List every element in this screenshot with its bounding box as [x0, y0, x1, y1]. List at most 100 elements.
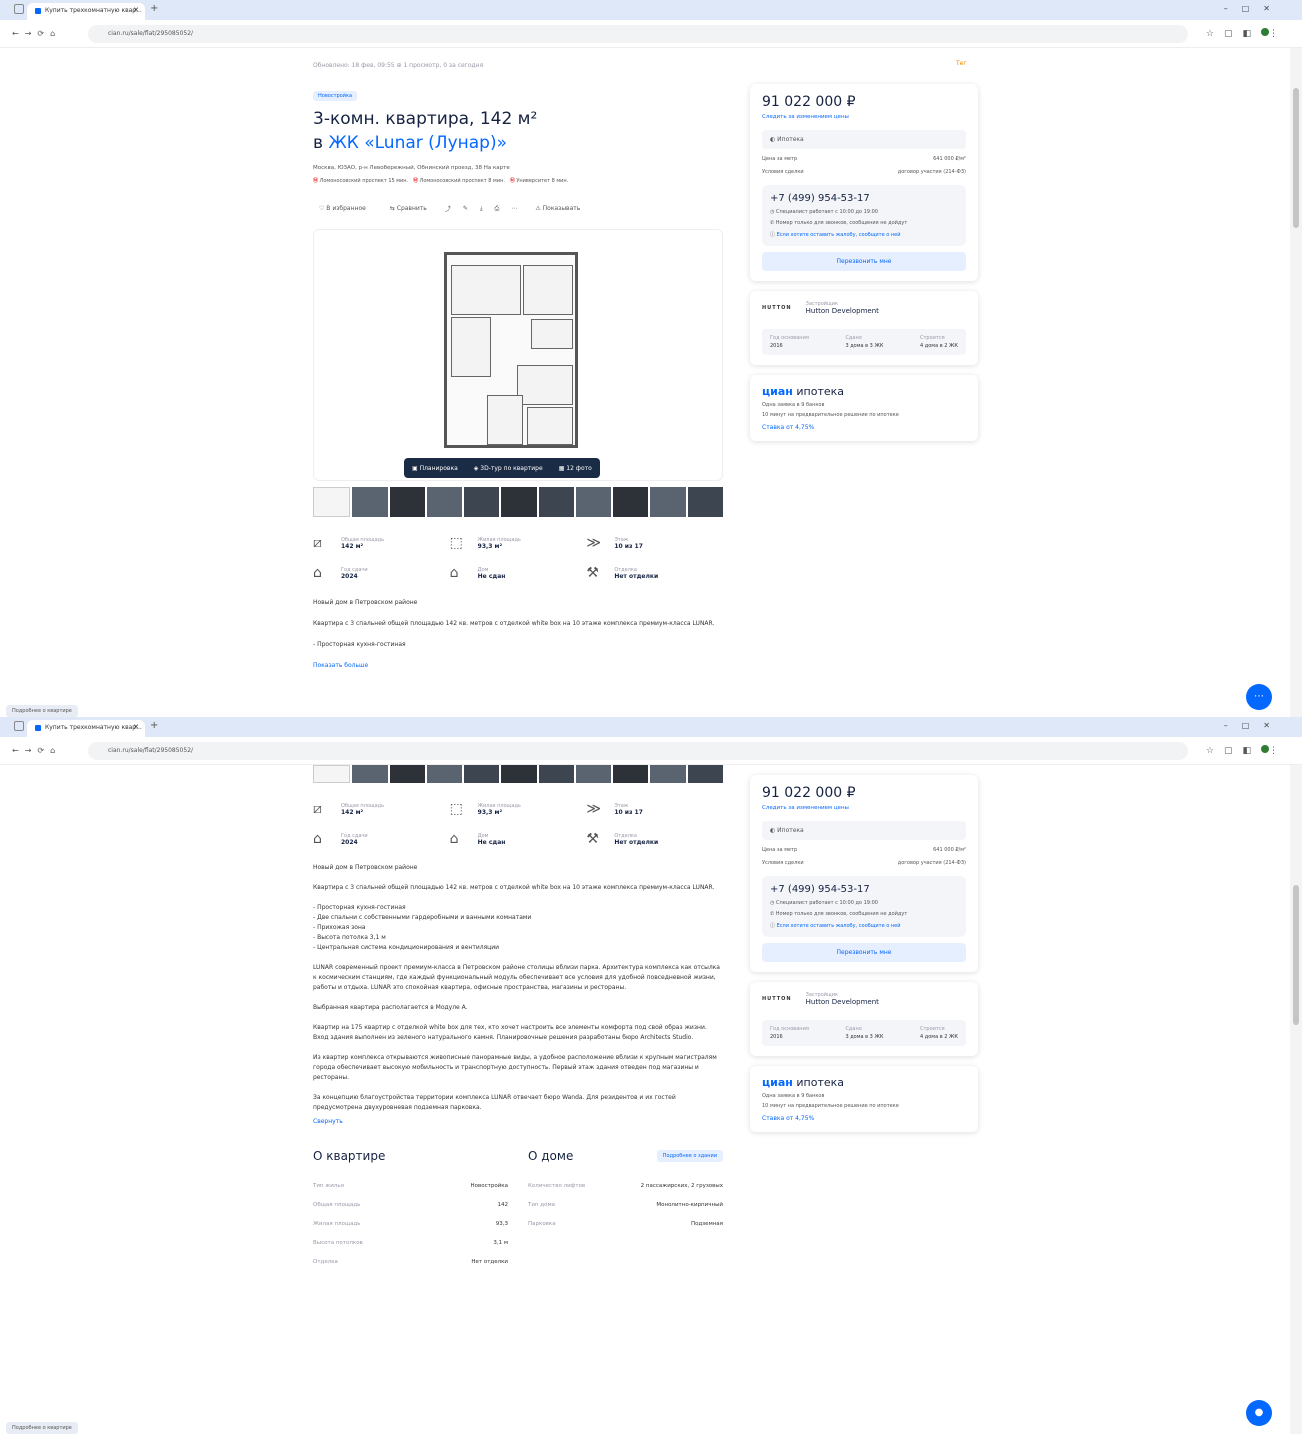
- listing-meta: Обновлено: 18 фев, 09:55 ⊕ 1 просмотр, 0…: [313, 62, 484, 69]
- page-viewport: ⧄ Общая площадь 142 м² ⬚ Жилая площадь 93,3 …: [0, 765, 1302, 1434]
- desc-paragraph: Из квартир комплекса открываются живопис…: [313, 1054, 717, 1081]
- toolbar-icons[interactable]: ☆▢◧ ⋮: [1206, 28, 1288, 39]
- desc-list-item: - Просторная кухня-гостиная: [313, 641, 406, 648]
- complex-link[interactable]: ЖК «Lunar (Лунар)»: [328, 133, 507, 153]
- window-controls[interactable]: –□✕: [1224, 4, 1284, 13]
- thumbnail-strip[interactable]: [313, 765, 723, 783]
- feature-item: ⧄ Общая площадь 142 м²: [313, 535, 385, 551]
- new-tab-icon[interactable]: +: [150, 720, 158, 731]
- floor-icon: ≫: [586, 801, 601, 817]
- mortgage-rate-link[interactable]: Ставка от 4,75%: [762, 424, 966, 431]
- thumbnail-strip[interactable]: [313, 487, 723, 517]
- close-icon[interactable]: ✕: [133, 6, 139, 14]
- price: 91 022 000 ₽: [762, 94, 856, 110]
- metro-icon: Ⓜ: [412, 178, 418, 184]
- share-icon[interactable]: ⤴: [445, 204, 451, 213]
- building-icon: ⌂: [313, 831, 322, 847]
- phone-number[interactable]: +7 (499) 954-53-17: [770, 193, 958, 204]
- chat-button[interactable]: ●: [1246, 1400, 1272, 1426]
- info-row: Жилая площадь 93,3: [313, 1221, 508, 1227]
- phone-info: ✆ Номер только для звонков, сообщения не…: [770, 911, 908, 917]
- phone-box: +7 (499) 954-53-17 ◷ Специалист работает…: [762, 185, 966, 246]
- scrollbar[interactable]: [1290, 48, 1302, 717]
- feature-item: ⌂ Год сдачи 2024: [313, 831, 368, 847]
- metro-name: Ломоносовский проспект: [419, 178, 487, 184]
- developer-stats: Год основания 2016 Сдано 3 дома в 3 ЖК Стр…: [762, 1020, 966, 1046]
- address-bar: ←→⟳⌂ cian.ru/sale/flat/295085052/ ☆▢◧ ⋮: [0, 20, 1302, 48]
- mortgage-rate-link[interactable]: Ставка от 4,75%: [762, 1115, 966, 1122]
- house-icon: ⌂: [449, 565, 459, 581]
- tab-title: Купить трехкомнатную квар...: [45, 724, 142, 731]
- tab-search-icon[interactable]: [14, 4, 24, 14]
- desc-paragraph: Квартир на 175 квартир с отделкой white …: [313, 1024, 707, 1041]
- description: Новый дом в Петровском районе Квартира с…: [313, 597, 723, 671]
- nav-buttons-icon[interactable]: ←→⟳⌂: [12, 29, 61, 38]
- price-watch-link[interactable]: Следить за изменением цены: [762, 805, 966, 811]
- price-card: 91 022 000 ₽ Следить за изменением цены …: [750, 775, 978, 972]
- mortgage-card[interactable]: циан ипотека Одна заявка в 9 банков 10 м…: [750, 375, 978, 441]
- developer-name[interactable]: Hutton Development: [806, 307, 879, 315]
- mortgage-line: Одна заявка в 9 банков: [762, 402, 825, 408]
- building-icon: ⌂: [313, 565, 322, 581]
- feature-item: ⧄ Общая площадь 142 м²: [313, 801, 385, 817]
- url-field[interactable]: cian.ru/sale/flat/295085052/: [88, 742, 1188, 760]
- photos-button[interactable]: ▦ 12 фото: [559, 465, 592, 472]
- mortgage-toggle[interactable]: ◐ Ипотека: [762, 821, 966, 840]
- window-controls[interactable]: –□✕: [1224, 721, 1284, 730]
- favorite-button[interactable]: ♡ В избранное: [313, 202, 372, 215]
- compare-button[interactable]: ⇆ Сравнить: [384, 202, 433, 215]
- close-icon[interactable]: ✕: [133, 723, 139, 731]
- about-flat-title: О квартире: [313, 1149, 386, 1163]
- url-field[interactable]: cian.ru/sale/flat/295085052/: [88, 25, 1188, 43]
- metro-time: 8 мин.: [488, 178, 505, 184]
- living-area-icon: ⬚: [449, 535, 463, 551]
- chat-button[interactable]: ⋯: [1246, 684, 1272, 710]
- developer-name[interactable]: Hutton Development: [806, 998, 879, 1006]
- url-text: cian.ru/sale/flat/295085052/: [108, 30, 194, 37]
- edit-icon[interactable]: ✎: [463, 205, 468, 212]
- area-icon: ⧄: [313, 801, 322, 817]
- title-text: 3-комн. квартира, 142 м²: [313, 109, 538, 129]
- mortgage-toggle[interactable]: ◐ Ипотека: [762, 130, 966, 149]
- address[interactable]: Москва, ЮЗАО, р-н Левобережный, Обнински…: [313, 165, 723, 171]
- mortgage-line: 10 минут на предварительное решение по и…: [762, 1103, 899, 1109]
- callback-button[interactable]: Перезвонить мне: [762, 943, 966, 962]
- more-icon[interactable]: ⋯: [511, 205, 517, 212]
- developer-card[interactable]: HUTTON Застройщик Hutton Development Год о…: [750, 291, 978, 365]
- mortgage-card[interactable]: циан ипотека Одна заявка в 9 банков 10 м…: [750, 1066, 978, 1132]
- browser-tab[interactable]: Купить трехкомнатную квар... ✕: [27, 720, 145, 737]
- browser-tab[interactable]: Купить трехкомнатную квар... ✕: [27, 3, 145, 20]
- mortgage-line: 10 минут на предварительное решение по и…: [762, 412, 899, 418]
- phone-info: ✆ Номер только для звонков, сообщения не…: [770, 220, 908, 226]
- gallery[interactable]: ▣ Планировка ◈ 3D-тур по квартире ▦ 12 ф…: [313, 229, 723, 481]
- feature-item: ⌂ Дом Не сдан: [449, 831, 506, 847]
- info-row: Высота потолков 3,1 м: [313, 1240, 508, 1246]
- scrollbar[interactable]: [1290, 765, 1302, 1434]
- print-icon[interactable]: ⎙: [495, 205, 500, 213]
- download-icon[interactable]: ⤓: [480, 205, 483, 213]
- new-tab-icon[interactable]: +: [150, 3, 158, 14]
- tab-search-icon[interactable]: [14, 721, 24, 731]
- show-button[interactable]: ⚠ Показывать: [529, 202, 586, 215]
- desc-list-item: - Высота потолка 3,1 м: [313, 934, 386, 941]
- phone-number[interactable]: +7 (499) 954-53-17: [770, 884, 958, 895]
- feature-item: ⬚ Жилая площадь 93,3 м²: [449, 801, 521, 817]
- show-more-link[interactable]: Показать больше: [313, 662, 368, 669]
- price-per-meter: Цена за метр 641 000 ₽/м²: [762, 847, 966, 853]
- toolbar-icons[interactable]: ☆▢◧ ⋮: [1206, 745, 1288, 756]
- feature-item: ⬚ Жилая площадь 93,3 м²: [449, 535, 521, 551]
- metro-name: Университет: [516, 178, 550, 184]
- collapse-link[interactable]: Свернуть: [313, 1118, 343, 1125]
- report-link[interactable]: Тег: [956, 60, 967, 67]
- metro-icon: Ⓜ: [509, 178, 515, 184]
- price-watch-link[interactable]: Следить за изменением цены: [762, 114, 966, 120]
- description: Новый дом в Петровском районе Квартира с…: [313, 863, 723, 1127]
- plan-button[interactable]: ▣ Планировка: [412, 465, 458, 472]
- nav-buttons-icon[interactable]: ←→⟳⌂: [12, 746, 61, 755]
- developer-card[interactable]: HUTTON Застройщик Hutton Development Год о…: [750, 982, 978, 1056]
- metro-time: 15 мин.: [388, 178, 409, 184]
- callback-button[interactable]: Перезвонить мне: [762, 252, 966, 271]
- tour-button[interactable]: ◈ 3D-тур по квартире: [474, 465, 543, 472]
- house-details-link[interactable]: Подробнее о здании: [656, 1150, 723, 1162]
- cian-favicon-icon: [35, 7, 41, 14]
